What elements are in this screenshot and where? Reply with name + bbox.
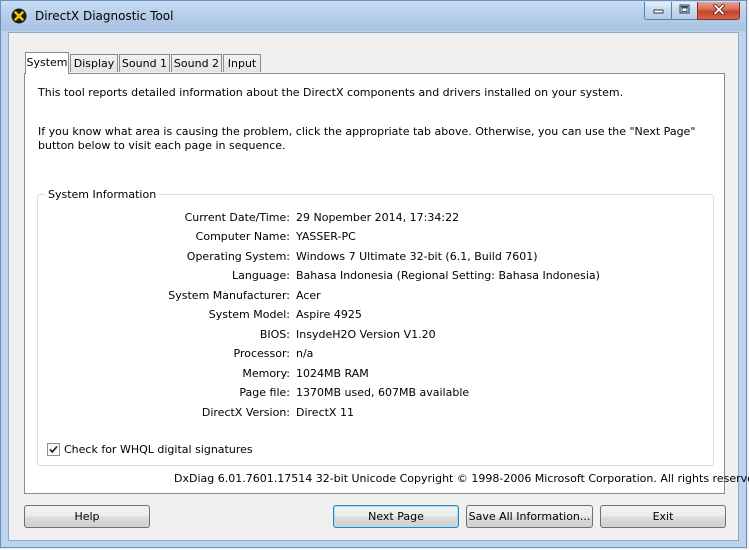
- info-value: 1370MB used, 607MB available: [296, 386, 470, 399]
- info-label: DirectX Version:: [201, 406, 290, 419]
- window-title: DirectX Diagnostic Tool: [35, 9, 174, 23]
- close-icon: [712, 3, 725, 18]
- info-label: System Manufacturer:: [168, 289, 290, 302]
- info-row-computer-name: Computer Name: YASSER-PC: [38, 230, 708, 246]
- close-button[interactable]: [697, 2, 740, 20]
- info-row-processor: Processor: n/a: [38, 347, 708, 363]
- info-value: Windows 7 Ultimate 32-bit (6.1, Build 76…: [296, 250, 538, 263]
- whql-checkbox-label[interactable]: Check for WHQL digital signatures: [64, 443, 253, 456]
- info-row-page-file: Page file: 1370MB used, 607MB available: [38, 386, 708, 402]
- info-value: 1024MB RAM: [296, 367, 369, 380]
- info-value: Bahasa Indonesia (Regional Setting: Baha…: [296, 269, 600, 282]
- info-row-memory: Memory: 1024MB RAM: [38, 367, 708, 383]
- directx-x-icon[interactable]: [11, 8, 27, 24]
- whql-checkbox[interactable]: [47, 442, 60, 456]
- info-label: Processor:: [233, 347, 291, 360]
- intro-text: This tool reports detailed information a…: [38, 86, 624, 99]
- system-information-group: System Information Current Date/Time: 29…: [37, 188, 714, 466]
- copyright-text: DxDiag 6.01.7601.17514 32-bit Unicode Co…: [174, 472, 749, 485]
- tab-sound-1[interactable]: Sound 1: [119, 54, 170, 72]
- title-bar[interactable]: DirectX Diagnostic Tool: [1, 1, 746, 31]
- info-label: Computer Name:: [195, 230, 290, 243]
- info-row-date-time: Current Date/Time: 29 Nopember 2014, 17:…: [38, 211, 708, 227]
- info-value: n/a: [296, 347, 314, 360]
- group-title: System Information: [45, 188, 160, 201]
- maximize-button[interactable]: [671, 2, 697, 20]
- info-row-system-manufacturer: System Manufacturer: Acer: [38, 289, 708, 305]
- info-label: System Model:: [208, 308, 290, 321]
- info-row-language: Language: Bahasa Indonesia (Regional Set…: [38, 269, 708, 285]
- info-row-operating-system: Operating System: Windows 7 Ultimate 32-…: [38, 250, 708, 266]
- info-label: Page file:: [239, 386, 290, 399]
- dialog-client-area: System Display Sound 1 Sound 2 Input Thi…: [8, 32, 749, 541]
- whql-check-row[interactable]: Check for WHQL digital signatures: [47, 441, 253, 457]
- exit-button[interactable]: Exit: [600, 505, 726, 528]
- minimize-button[interactable]: [644, 2, 671, 20]
- info-row-system-model: System Model: Aspire 4925: [38, 308, 708, 324]
- tab-display[interactable]: Display: [70, 54, 118, 72]
- maximize-icon: [679, 4, 690, 17]
- help-button[interactable]: Help: [24, 505, 150, 528]
- info-value: Acer: [296, 289, 321, 302]
- system-tab-panel: This tool reports detailed information a…: [24, 73, 725, 494]
- tab-system[interactable]: System: [25, 52, 69, 74]
- instructions-text: If you know what area is causing the pro…: [38, 125, 696, 152]
- info-label: Memory:: [242, 367, 290, 380]
- next-page-button[interactable]: Next Page: [333, 505, 459, 528]
- dxdiag-window: DirectX Diagnostic Tool System Display S…: [0, 0, 749, 548]
- info-row-directx-version: DirectX Version: DirectX 11: [38, 406, 708, 422]
- save-all-information-button[interactable]: Save All Information...: [466, 505, 593, 528]
- minimize-icon: [653, 4, 664, 17]
- info-value: DirectX 11: [296, 406, 354, 419]
- caption-buttons: [644, 2, 740, 22]
- info-label: BIOS:: [259, 328, 290, 341]
- info-row-bios: BIOS: InsydeH2O Version V1.20: [38, 328, 708, 344]
- info-value: 29 Nopember 2014, 17:34:22: [296, 211, 460, 224]
- info-label: Current Date/Time:: [184, 211, 290, 224]
- info-value: YASSER-PC: [296, 230, 356, 243]
- info-value: InsydeH2O Version V1.20: [296, 328, 436, 341]
- tab-input[interactable]: Input: [223, 54, 261, 72]
- tab-sound-2[interactable]: Sound 2: [171, 54, 222, 72]
- info-label: Operating System:: [186, 250, 290, 263]
- info-value: Aspire 4925: [296, 308, 362, 321]
- info-label: Language:: [232, 269, 290, 282]
